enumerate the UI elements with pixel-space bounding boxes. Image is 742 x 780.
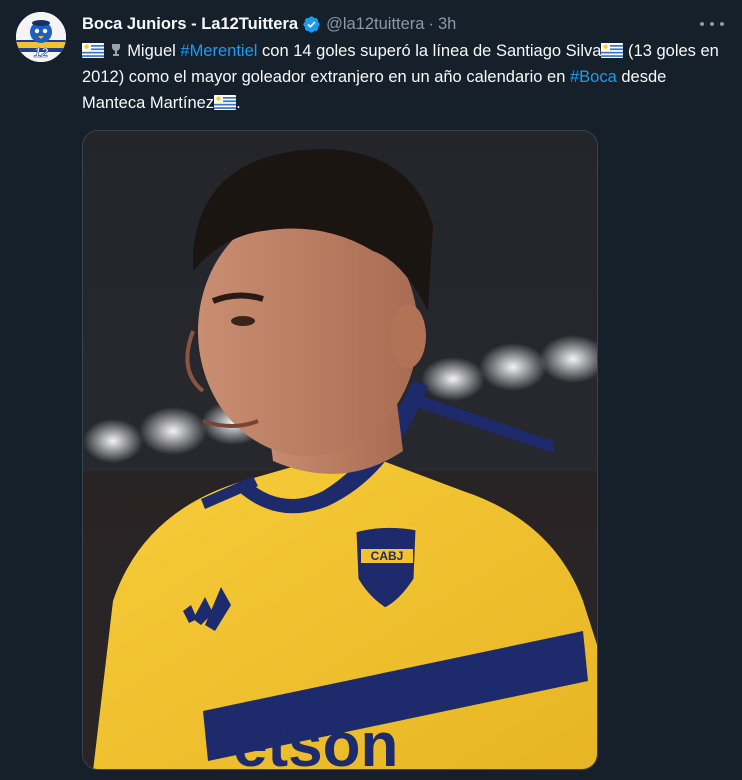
more-dot [720, 22, 724, 26]
uruguay-flag-icon [82, 43, 104, 58]
crest-label: CABJ [371, 549, 404, 563]
hashtag-merentiel[interactable]: #Merentiel [180, 42, 257, 60]
tweet-card[interactable]: 12 Boca Juniors - La12Tuittera @la12tuit… [0, 0, 742, 780]
more-dot [710, 22, 714, 26]
more-options-icon[interactable] [700, 16, 724, 32]
uruguay-flag-icon [601, 43, 624, 58]
avatar-logo-icon: 12 [16, 12, 66, 62]
player-photo: CABJ etson [83, 131, 597, 770]
uruguay-flag-icon [214, 95, 237, 110]
avatar-label: 12 [34, 45, 49, 60]
sponsor-text: etson [233, 711, 398, 770]
more-dot [700, 22, 704, 26]
hashtag-boca[interactable]: #Boca [570, 68, 617, 86]
timestamp[interactable]: 3h [438, 15, 456, 34]
text-part: Miguel [127, 42, 176, 60]
separator-dot: · [428, 14, 434, 33]
trophy-icon [109, 39, 123, 56]
text-end: . [236, 94, 241, 112]
text-part: con 14 goles superó la línea de Santiago… [262, 42, 602, 60]
tweet-media-image[interactable]: CABJ etson [82, 130, 598, 770]
verified-badge-icon [303, 15, 320, 33]
avatar[interactable]: 12 [16, 12, 66, 62]
display-name[interactable]: Boca Juniors - La12Tuittera [82, 15, 298, 34]
tweet-text: Miguel #Merentiel con 14 goles superó la… [82, 38, 722, 116]
user-handle[interactable]: @la12tuittera [326, 15, 424, 34]
tweet-header: Boca Juniors - La12Tuittera @la12tuitter… [82, 13, 682, 35]
